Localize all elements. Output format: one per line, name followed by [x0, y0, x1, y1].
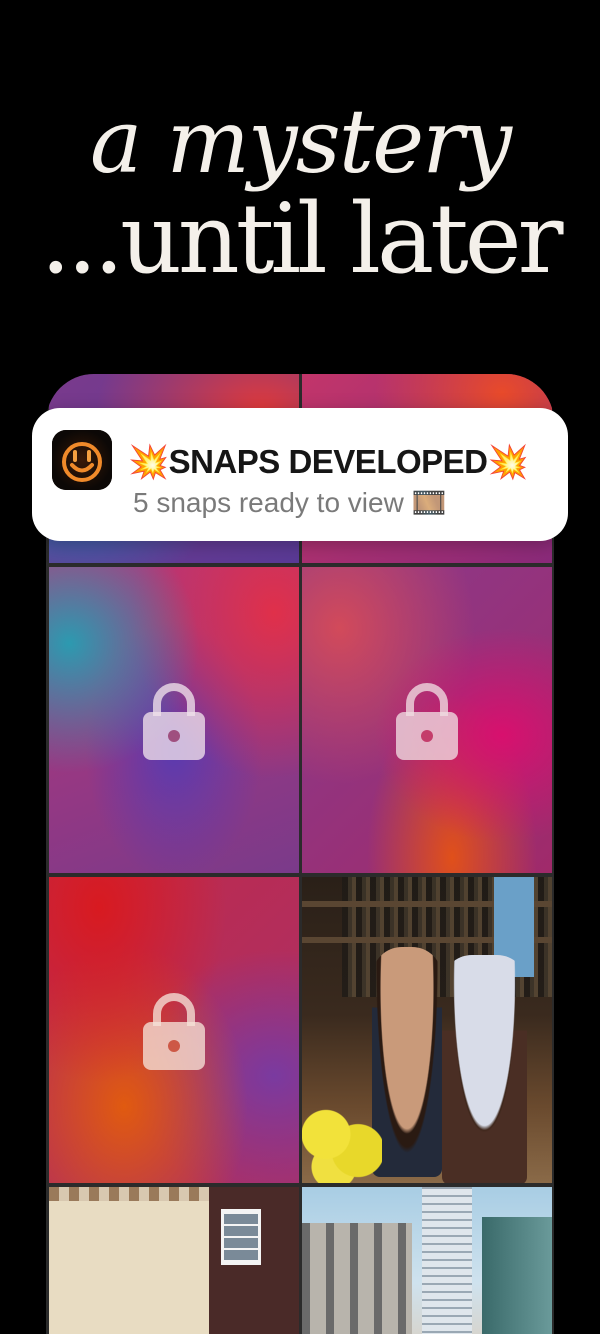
snap-tile-locked[interactable]: [49, 567, 299, 873]
lock-icon: [143, 993, 205, 1070]
photo-person: [372, 947, 442, 1177]
snap-tile-locked[interactable]: [49, 877, 299, 1183]
photo-person: [442, 955, 527, 1183]
photo-glass-building: [482, 1217, 552, 1334]
lock-icon: [396, 683, 458, 760]
photo-building: [302, 1223, 412, 1334]
push-notification[interactable]: 💥SNAPS DEVELOPED💥 5 snaps ready to view …: [32, 408, 568, 541]
notification-body: 5 snaps ready to view 🎞️: [133, 487, 447, 518]
snap-photo-skyline[interactable]: [302, 1187, 552, 1334]
snap-photo-street[interactable]: [49, 1187, 299, 1334]
notification-title: 💥SNAPS DEVELOPED💥: [128, 443, 529, 480]
snap-tile-locked[interactable]: [302, 567, 552, 873]
photo-tower: [422, 1187, 472, 1334]
headline-line-1: a mystery: [90, 90, 512, 193]
photo-flowers: [302, 1102, 382, 1183]
headline-line-2: ...until later: [40, 183, 564, 295]
snap-photo-friends[interactable]: [302, 877, 552, 1183]
photo-wall: [49, 1201, 209, 1334]
lock-icon: [143, 683, 205, 760]
photo-window: [221, 1209, 261, 1265]
smiley-face-icon: [52, 430, 112, 490]
